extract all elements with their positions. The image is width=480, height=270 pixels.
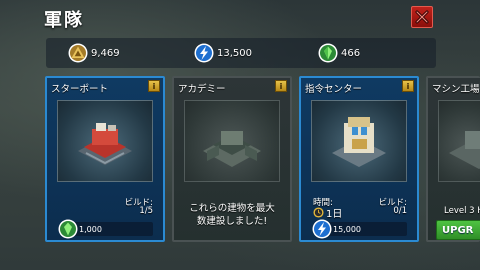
page-title: 軍隊 xyxy=(44,10,84,31)
lightning-energy-icon xyxy=(194,43,214,63)
card-title: 指令センター xyxy=(305,84,363,95)
machine-factory-building-icon xyxy=(449,131,480,169)
card-title: アカデミー xyxy=(178,84,226,95)
clock-icon xyxy=(313,207,324,218)
upgrade-button[interactable]: UPGR xyxy=(436,220,480,240)
building-card-machine-factory[interactable]: マシン工場 Level 3 H UPGR xyxy=(426,76,480,242)
gold-triangle-icon xyxy=(68,43,88,63)
resource-crystal-amount: 466 xyxy=(341,47,361,59)
building-card-command-center[interactable]: 指令センター i 時間: 1日 ビルド: 0/1 15,000 xyxy=(299,76,419,242)
resource-crystal: 466 xyxy=(318,41,360,65)
starport-building-icon xyxy=(78,123,132,165)
academy-image xyxy=(184,100,280,182)
resource-energy: 13,500 xyxy=(194,41,252,65)
info-button[interactable]: i xyxy=(402,80,414,92)
card-title: スターポート xyxy=(51,84,109,95)
resource-gold-amount: 9,469 xyxy=(91,47,120,59)
command-center-building-icon xyxy=(332,117,386,167)
cost-amount: 1,000 xyxy=(79,224,102,234)
cost-amount: 15,000 xyxy=(333,224,361,234)
green-crystal-icon xyxy=(58,219,78,239)
info-button[interactable]: i xyxy=(148,80,160,92)
green-crystal-icon xyxy=(318,43,338,63)
maxed-message: これらの建物を最大 数建設しました! xyxy=(189,203,275,227)
build-count: 1/5 xyxy=(139,206,153,216)
info-button[interactable]: i xyxy=(275,80,287,92)
building-card-academy[interactable]: アカデミー i これらの建物を最大 数建設しました! xyxy=(172,76,292,242)
level-requirement: Level 3 H xyxy=(444,206,480,216)
resource-energy-amount: 13,500 xyxy=(217,47,252,59)
cost-display: 1,000 xyxy=(58,219,153,239)
build-count: 0/1 xyxy=(393,206,407,216)
command-center-image xyxy=(311,100,407,182)
resource-bar: 9,469 13,500 466 xyxy=(46,38,436,68)
starport-image xyxy=(57,100,153,182)
lightning-energy-icon xyxy=(312,219,332,239)
building-card-starport[interactable]: スターポート i ビルド: 1/5 1,000 xyxy=(45,76,165,242)
time-value: 1日 xyxy=(326,209,343,220)
close-button[interactable] xyxy=(411,6,433,28)
card-title: マシン工場 xyxy=(432,84,480,95)
resource-gold: 9,469 xyxy=(68,41,120,65)
academy-building-icon xyxy=(203,131,261,167)
time-display: 1日 xyxy=(313,205,342,220)
close-icon xyxy=(415,10,429,24)
cost-display: 15,000 xyxy=(312,219,407,239)
machine-factory-image xyxy=(438,100,480,182)
